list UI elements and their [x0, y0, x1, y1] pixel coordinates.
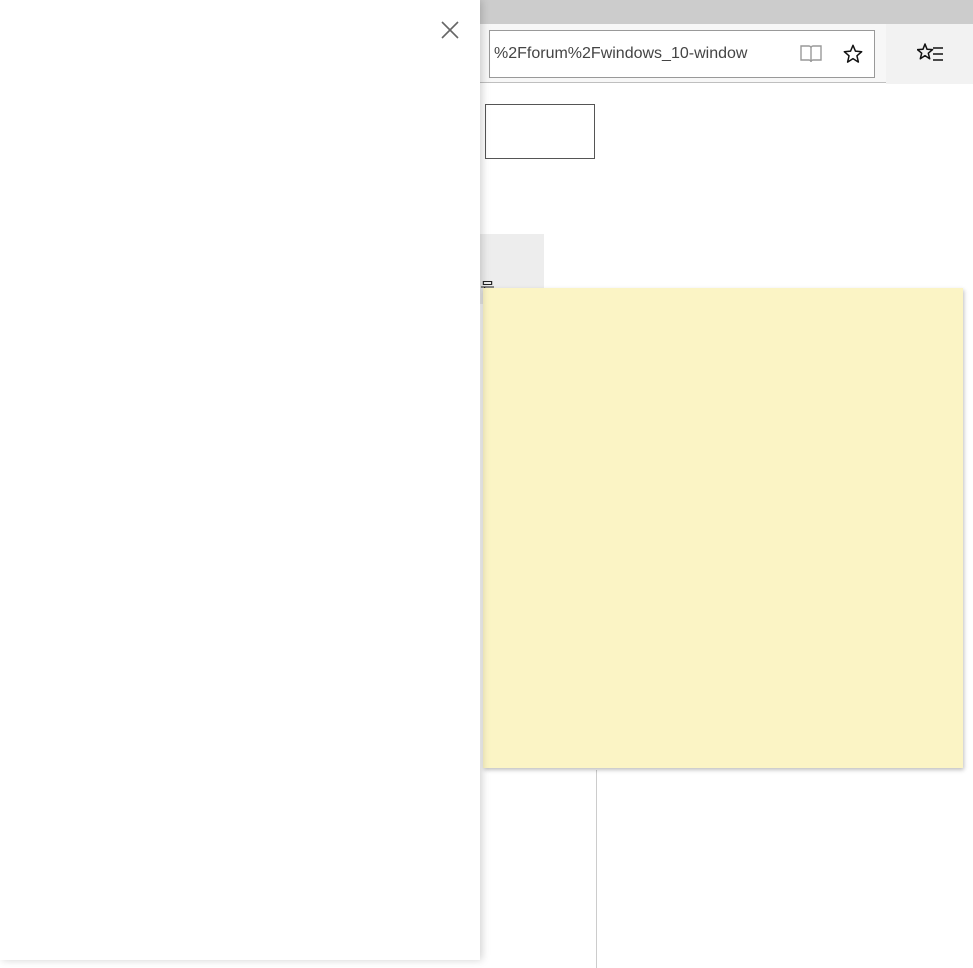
address-bar[interactable]: %2Fforum%2Fwindows_10-window	[489, 30, 875, 78]
content-divider	[596, 770, 597, 968]
slideout-panel	[0, 0, 480, 960]
close-icon[interactable]	[434, 14, 466, 46]
favorite-star-icon[interactable]	[832, 30, 874, 78]
hub-favorites-button[interactable]	[886, 24, 973, 84]
reading-view-icon[interactable]	[790, 30, 832, 78]
page-text-input[interactable]	[485, 104, 595, 159]
sticky-note-overlay[interactable]	[483, 288, 963, 768]
tab-strip-background	[480, 0, 973, 24]
address-bar-text: %2Fforum%2Fwindows_10-window	[490, 45, 790, 63]
